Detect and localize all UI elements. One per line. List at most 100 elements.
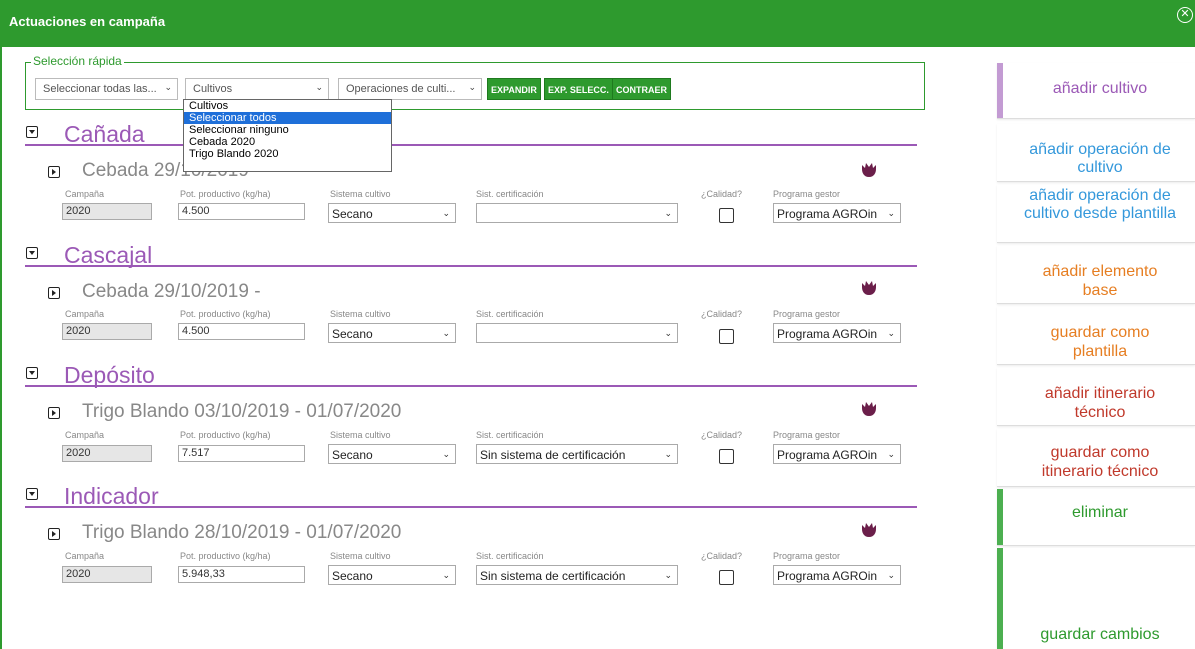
- dropdown-option[interactable]: Seleccionar ninguno: [184, 124, 391, 136]
- chevron-down-icon: ⌄: [442, 328, 450, 338]
- manager-select[interactable]: Programa AGROin ⌄: [773, 203, 901, 223]
- system-select[interactable]: Secano ⌄: [328, 203, 456, 223]
- system-value: Secano: [332, 448, 373, 462]
- campaign-field[interactable]: 2020: [62, 203, 152, 220]
- system-select[interactable]: Secano ⌄: [328, 444, 456, 464]
- certification-select[interactable]: Sin sistema de certificación ⌄: [476, 565, 678, 585]
- collapse-toggle-icon[interactable]: [26, 126, 38, 138]
- accent-bar: [997, 489, 1003, 545]
- add-technical-itinerary-button[interactable]: añadir itinerario técnico: [997, 368, 1195, 426]
- system-label: Sistema cultivo: [330, 189, 391, 199]
- delete-label: eliminar: [1071, 504, 1128, 521]
- delete-button[interactable]: eliminar: [997, 489, 1195, 546]
- campaign-label: Campaña: [65, 430, 105, 440]
- crops-dropdown-list[interactable]: Cultivos Seleccionar todos Seleccionar n…: [183, 99, 392, 172]
- quality-checkbox[interactable]: [719, 449, 734, 464]
- quality-checkbox[interactable]: [719, 329, 734, 344]
- system-value: Secano: [332, 569, 373, 583]
- dropdown-option[interactable]: Trigo Blando 2020: [184, 148, 391, 160]
- crop-flower-icon[interactable]: [861, 522, 877, 538]
- collapse-toggle-icon[interactable]: [26, 367, 38, 379]
- crop-flower-icon[interactable]: [861, 280, 877, 296]
- add-operation-from-template-label: añadir operación de cultivo desde planti…: [1023, 187, 1177, 222]
- system-select[interactable]: Secano ⌄: [328, 323, 456, 343]
- dropdown-option-selected[interactable]: Seleccionar todos: [184, 112, 391, 124]
- crop-title: Cebada 29/10/2019 -: [82, 281, 261, 302]
- select-all-of-value: Seleccionar todas las...: [43, 83, 157, 95]
- expand-button[interactable]: EXPANDIR: [487, 78, 541, 100]
- campaign-field[interactable]: 2020: [62, 445, 152, 462]
- expand-toggle-icon[interactable]: [48, 287, 60, 299]
- add-base-element-label: añadir elemento base: [1042, 263, 1158, 299]
- operations-dropdown-value: Operaciones de culti...: [346, 83, 456, 95]
- campaign-field[interactable]: 2020: [62, 323, 152, 340]
- certification-label: Sist. certificación: [476, 551, 544, 561]
- chevron-down-icon: ⌄: [442, 208, 450, 218]
- system-label: Sistema cultivo: [330, 309, 391, 319]
- potential-field[interactable]: 7.517: [178, 445, 305, 462]
- close-icon[interactable]: ✕: [1177, 7, 1193, 23]
- quality-label: ¿Calidad?: [701, 551, 743, 561]
- section-header: Cañada: [25, 121, 917, 147]
- chevron-down-icon: ⌄: [887, 328, 895, 338]
- expand-toggle-icon[interactable]: [48, 407, 60, 419]
- chevron-down-icon: ⌄: [887, 208, 895, 218]
- certification-value: Sin sistema de certificación: [480, 569, 626, 583]
- certification-select[interactable]: Sin sistema de certificación ⌄: [476, 444, 678, 464]
- collapse-toggle-icon[interactable]: [26, 488, 38, 500]
- add-base-element-button[interactable]: añadir elemento base: [997, 246, 1195, 304]
- accent-bar: [997, 63, 1003, 118]
- section-header: Indicador: [25, 483, 917, 509]
- section-header: Cascajal: [25, 242, 917, 268]
- expand-toggle-icon[interactable]: [48, 528, 60, 540]
- chevron-down-icon: ⌄: [664, 449, 672, 459]
- save-changes-button[interactable]: guardar cambios: [997, 548, 1195, 649]
- certification-select[interactable]: ⌄: [476, 323, 678, 343]
- manager-select[interactable]: Programa AGROin ⌄: [773, 444, 901, 464]
- certification-select[interactable]: ⌄: [476, 203, 678, 223]
- system-value: Secano: [332, 327, 373, 341]
- add-crop-operation-label: añadir operación de cultivo: [1029, 141, 1171, 176]
- quality-label: ¿Calidad?: [701, 309, 743, 319]
- manager-value: Programa AGROin: [777, 569, 878, 583]
- save-as-technical-itinerary-button[interactable]: guardar como itinerario técnico: [997, 429, 1195, 487]
- expand-selected-button[interactable]: EXP. SELECC.: [544, 78, 613, 100]
- expand-toggle-icon[interactable]: [48, 166, 60, 178]
- collapse-button[interactable]: CONTRAER: [612, 78, 671, 100]
- crop-flower-icon[interactable]: [861, 162, 877, 178]
- system-value: Secano: [332, 207, 373, 221]
- add-crop-button[interactable]: añadir cultivo: [997, 63, 1195, 119]
- quick-select-fieldset: Selección rápida Seleccionar todas las..…: [25, 54, 925, 110]
- manager-value: Programa AGROin: [777, 448, 878, 462]
- chevron-down-icon: ⌄: [442, 449, 450, 459]
- campaign-label: Campaña: [65, 189, 105, 199]
- quality-checkbox[interactable]: [719, 570, 734, 585]
- crops-dropdown-value: Cultivos: [193, 83, 233, 95]
- add-crop-operation-button[interactable]: añadir operación de cultivo: [997, 124, 1195, 182]
- select-all-of-dropdown[interactable]: Seleccionar todas las... ⌄: [35, 78, 178, 100]
- save-as-template-button[interactable]: guardar como plantilla: [997, 307, 1195, 365]
- chevron-down-icon: ⌄: [164, 82, 172, 92]
- crops-dropdown[interactable]: Cultivos ⌄: [185, 78, 329, 100]
- manager-value: Programa AGROin: [777, 327, 878, 341]
- crop-flower-icon[interactable]: [861, 401, 877, 417]
- system-select[interactable]: Secano ⌄: [328, 565, 456, 585]
- campaign-label: Campaña: [65, 551, 105, 561]
- collapse-toggle-icon[interactable]: [26, 247, 38, 259]
- potential-field[interactable]: 4.500: [178, 203, 305, 220]
- dropdown-option[interactable]: Cebada 2020: [184, 136, 391, 148]
- add-operation-from-template-button[interactable]: añadir operación de cultivo desde planti…: [997, 185, 1195, 243]
- campaign-field[interactable]: 2020: [62, 566, 152, 583]
- accent-bar: [997, 548, 1003, 649]
- manager-select[interactable]: Programa AGROin ⌄: [773, 323, 901, 343]
- operations-dropdown[interactable]: Operaciones de culti... ⌄: [338, 78, 482, 100]
- potential-label: Pot. productivo (kg/ha): [180, 309, 271, 319]
- potential-field[interactable]: 4.500: [178, 323, 305, 340]
- quality-checkbox[interactable]: [719, 208, 734, 223]
- manager-select[interactable]: Programa AGROin ⌄: [773, 565, 901, 585]
- potential-field[interactable]: 5.948,33: [178, 566, 305, 583]
- dropdown-option[interactable]: Cultivos: [184, 100, 391, 112]
- chevron-down-icon: ⌄: [442, 570, 450, 580]
- chevron-down-icon: ⌄: [664, 570, 672, 580]
- quality-label: ¿Calidad?: [701, 430, 743, 440]
